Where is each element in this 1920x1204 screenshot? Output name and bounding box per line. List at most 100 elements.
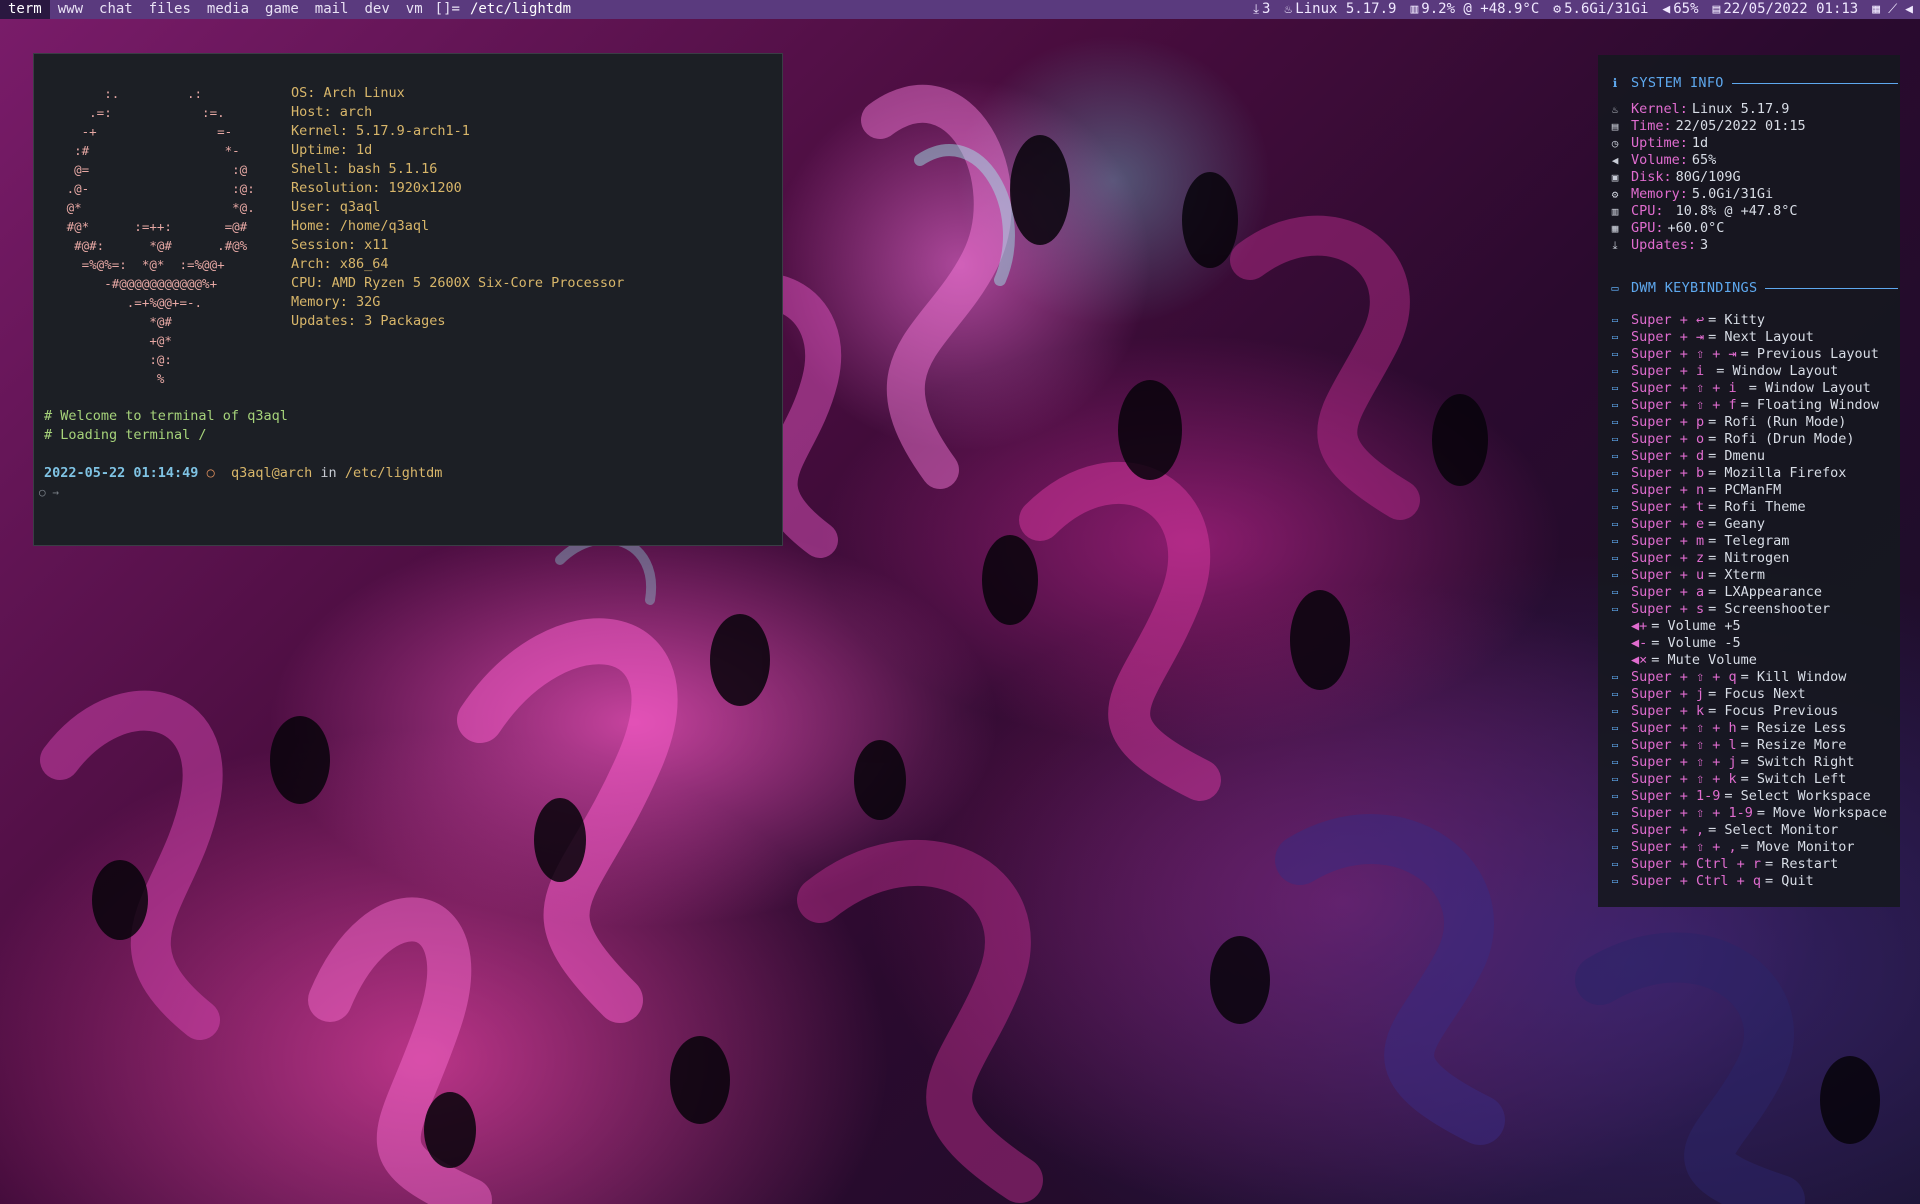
- keybinding-description: = Dmenu: [1708, 448, 1766, 464]
- keybinding-combo: Super + ⇥: [1631, 329, 1705, 345]
- keybinding-combo: Super + ⇧ + j: [1631, 754, 1737, 770]
- keybinding-combo: Super + t: [1631, 499, 1705, 515]
- fetch-line: Home: /home/q3aql: [291, 217, 624, 236]
- fetch-line: Session: x11: [291, 236, 624, 255]
- section-divider: [1765, 287, 1898, 289]
- fetch-key: Session:: [291, 237, 357, 253]
- top-bar: term www chat files media game mail dev vm []= /…: [0, 0, 1920, 19]
- fetch-key: OS:: [291, 85, 316, 101]
- fetch-value: Arch Linux: [323, 85, 405, 101]
- keybinding-combo: Super + e: [1631, 516, 1705, 532]
- tag-dev[interactable]: dev: [356, 0, 397, 19]
- keybinding-row: ▭ Super + ⇧ + l = Resize More: [1598, 737, 1900, 754]
- status-cpu: ▥ 9.2% @ +48.9°C: [1403, 0, 1546, 19]
- keyboard-icon: ▭: [1611, 332, 1619, 343]
- keybinding-description: = Volume -5: [1651, 635, 1741, 651]
- keybinding-row: ▭ Super + b = Mozilla Firefox: [1598, 465, 1900, 482]
- keybinding-description: = Select Monitor: [1708, 822, 1839, 838]
- keybinding-combo: Super + ⇧ + h: [1631, 720, 1737, 736]
- lock-icon[interactable]: ▦: [1872, 0, 1880, 19]
- keybinding-row: ▭ Super + j = Focus Next: [1598, 686, 1900, 703]
- keyboard-icon: ▭: [1611, 383, 1619, 394]
- system-info-row: ◀ Volume: 65%: [1598, 152, 1900, 169]
- tag-vm[interactable]: vm: [398, 0, 431, 19]
- prompt-user-host: q3aql@arch: [230, 465, 313, 481]
- window-title: /etc/lightdm: [469, 1, 572, 17]
- keyboard-icon: ▭: [1611, 672, 1619, 683]
- fetch-key: Shell:: [291, 161, 340, 177]
- keybinding-row: ▭ Super + ⇧ + k = Switch Left: [1598, 771, 1900, 788]
- keybinding-description: = Switch Left: [1740, 771, 1847, 787]
- status-volume-value: 65%: [1673, 1, 1699, 17]
- tag-mail[interactable]: mail: [307, 0, 357, 19]
- keybinding-description: = Next Layout: [1708, 329, 1814, 345]
- keybinding-combo: Super + b: [1631, 465, 1705, 481]
- fetch-key: Updates:: [291, 313, 357, 329]
- paperclip-icon[interactable]: ⟋: [1888, 0, 1897, 19]
- keybinding-combo: Super + ⇧ + k: [1631, 771, 1737, 787]
- speaker-icon[interactable]: ◀: [1905, 0, 1913, 19]
- keybinding-description: = Resize Less: [1740, 720, 1847, 736]
- fetch-key: Resolution:: [291, 180, 381, 196]
- keybinding-combo: Super + m: [1631, 533, 1705, 549]
- keybinding-description: = Quit: [1765, 873, 1814, 889]
- fetch-key: Host:: [291, 104, 332, 120]
- prompt-cursor[interactable]: ○ →: [39, 483, 59, 502]
- keyboard-icon: ▭: [1611, 791, 1619, 802]
- cpu-icon: ▥: [1410, 2, 1419, 17]
- status-volume[interactable]: ◀ 65%: [1655, 0, 1705, 19]
- fetch-value: q3aql: [339, 199, 381, 215]
- keyboard-icon: ▭: [1611, 417, 1619, 428]
- keyboard-icon: ▭: [1611, 757, 1619, 768]
- volume-icon: ◀: [1611, 154, 1619, 167]
- tag-www[interactable]: www: [50, 0, 91, 19]
- keyboard-icon: ▭: [1611, 536, 1619, 547]
- keybinding-combo: Super + ⇧ + 1-9: [1631, 805, 1753, 821]
- fetch-line: Uptime: 1d: [291, 141, 624, 160]
- system-info-value: 5.0Gi/31Gi: [1691, 186, 1774, 202]
- keybinding-combo: Super + p: [1631, 414, 1705, 430]
- keybinding-description: = Floating Window: [1740, 397, 1879, 413]
- keyboard-icon: ▭: [1611, 740, 1619, 751]
- arch-ascii-logo: :. .: .=: :=. -+ =- :# *- @= :@ .@- :@: …: [66, 86, 255, 386]
- fetch-value: arch: [339, 104, 373, 120]
- keybinding-row: ▭ Super + ⇧ + j = Switch Right: [1598, 754, 1900, 771]
- terminal-window[interactable]: :. .: .=: :=. -+ =- :# *- @= :@ .@- :@: …: [33, 53, 783, 546]
- keyboard-icon: ▭: [1611, 502, 1619, 513]
- shell-prompt: 2022-05-22 01:14:49 ○ q3aql@arch in /etc…: [44, 464, 442, 483]
- keyboard-icon: ▭: [1611, 485, 1619, 496]
- fetch-value: 5.17.9-arch1-1: [356, 123, 470, 139]
- system-info-label: Disk:: [1631, 169, 1672, 185]
- tag-media[interactable]: media: [199, 0, 257, 19]
- tag-files[interactable]: files: [141, 0, 199, 19]
- tag-game[interactable]: game: [257, 0, 307, 19]
- layout-indicator[interactable]: []=: [431, 0, 466, 19]
- keybinding-row: ▭ Super + ⇧ + ⇥ = Previous Layout: [1598, 346, 1900, 363]
- system-info-label: Kernel:: [1631, 101, 1688, 117]
- tray-icons: ▦ ⟋ ◀: [1865, 0, 1920, 19]
- keybinding-row: ▭ Super + ⇧ + h = Resize Less: [1598, 720, 1900, 737]
- keybindings-header: ▭ DWM KEYBINDINGS: [1598, 278, 1900, 298]
- keybinding-description: = Focus Next: [1708, 686, 1806, 702]
- tag-term[interactable]: term: [0, 0, 50, 19]
- keybinding-combo: Super + n: [1631, 482, 1705, 498]
- system-info-value: Linux 5.17.9: [1691, 101, 1790, 117]
- fetch-key: Memory:: [291, 294, 348, 310]
- prompt-separator: ○: [206, 465, 215, 481]
- fetch-key: CPU:: [291, 275, 324, 291]
- keybinding-row: ▭ Super + Ctrl + q = Quit: [1598, 873, 1900, 890]
- keybinding-row: ▭ Super + ⇧ + , = Move Monitor: [1598, 839, 1900, 856]
- system-info-header: ℹ SYSTEM INFO: [1598, 73, 1900, 93]
- tag-chat[interactable]: chat: [91, 0, 141, 19]
- system-info-row: ⚙ Memory: 5.0Gi/31Gi: [1598, 186, 1900, 203]
- keybinding-combo: ◀+: [1631, 618, 1648, 634]
- fetch-value: 3 Packages: [364, 313, 446, 329]
- keybinding-combo: Super + j: [1631, 686, 1705, 702]
- fetch-line: OS: Arch Linux: [291, 84, 624, 103]
- keyboard-icon: ▭: [1611, 808, 1619, 819]
- desktop: term www chat files media game mail dev vm []= /…: [0, 0, 1920, 1204]
- keybinding-combo: Super + ↩: [1631, 312, 1705, 328]
- keyboard-icon: ▭: [1611, 434, 1619, 445]
- linux-icon: ♨: [1284, 2, 1293, 17]
- keybinding-description: = Window Layout: [1748, 380, 1871, 396]
